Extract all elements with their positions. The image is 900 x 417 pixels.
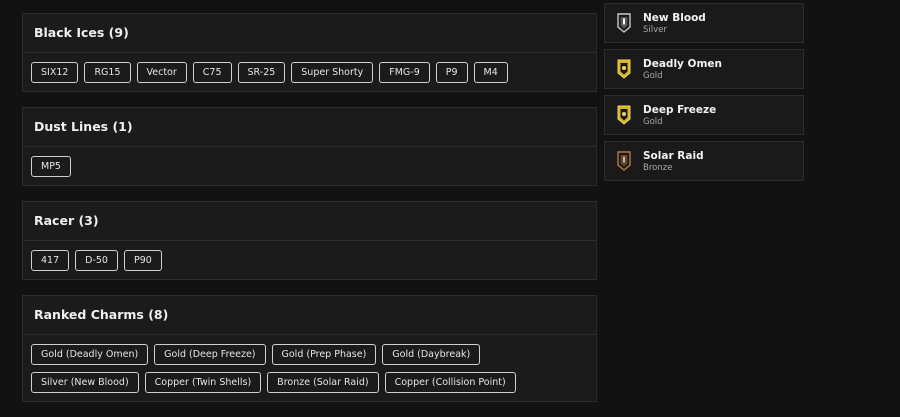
rank-card-new-blood[interactable]: New Blood Silver [604, 3, 804, 43]
group-black-ices: Black Ices (9) SIX12 RG15 Vector C75 SR-… [22, 13, 597, 92]
rank-tier: Silver [643, 24, 667, 35]
rank-tier: Gold [643, 116, 663, 127]
weapon-chip[interactable]: SIX12 [31, 62, 79, 83]
group-title: Black Ices (9) [23, 14, 596, 53]
bronze-rank-badge-icon [617, 151, 631, 171]
rank-list: New Blood Silver Deadly Omen Gold Deep F… [604, 3, 804, 187]
chip-list: MP5 [23, 147, 596, 185]
rank-name: New Blood [643, 11, 706, 24]
charm-chip[interactable]: Bronze (Solar Raid) [267, 372, 379, 393]
charm-chip[interactable]: Silver (New Blood) [31, 372, 139, 393]
group-title: Ranked Charms (8) [23, 296, 596, 335]
gold-rank-badge-icon [617, 59, 631, 79]
rank-card-solar-raid[interactable]: Solar Raid Bronze [604, 141, 804, 181]
group-dust-lines: Dust Lines (1) MP5 [22, 107, 597, 186]
unlock-groups: Black Ices (9) SIX12 RG15 Vector C75 SR-… [22, 0, 597, 417]
weapon-chip[interactable]: Super Shorty [291, 62, 374, 83]
rank-card-deep-freeze[interactable]: Deep Freeze Gold [604, 95, 804, 135]
rank-name: Deadly Omen [643, 57, 723, 70]
charm-chip[interactable]: Gold (Daybreak) [382, 344, 481, 365]
charm-chip[interactable]: Copper (Collision Point) [384, 372, 516, 393]
weapon-chip[interactable]: RG15 [84, 62, 131, 83]
group-title: Racer (3) [23, 202, 596, 241]
weapon-chip[interactable]: FMG-9 [379, 62, 430, 83]
rank-text: Solar Raid Bronze [643, 150, 704, 173]
group-ranked-charms: Ranked Charms (8) Gold (Deadly Omen) Gol… [22, 295, 597, 402]
rank-name: Solar Raid [643, 149, 704, 162]
rank-text: Deadly Omen Gold [643, 58, 722, 81]
charm-chip[interactable]: Gold (Deep Freeze) [154, 344, 266, 365]
weapon-chip[interactable]: Vector [136, 62, 187, 83]
charm-chip[interactable]: Copper (Twin Shells) [144, 372, 262, 393]
weapon-chip[interactable]: D-50 [75, 250, 118, 271]
weapon-chip[interactable]: 417 [31, 250, 70, 271]
weapon-chip[interactable]: P90 [123, 250, 162, 271]
chip-list: 417 D-50 P90 [23, 241, 596, 279]
group-title: Dust Lines (1) [23, 108, 596, 147]
group-racer: Racer (3) 417 D-50 P90 [22, 201, 597, 280]
chip-list: Gold (Deadly Omen) Gold (Deep Freeze) Go… [23, 335, 596, 401]
weapon-chip[interactable]: MP5 [31, 156, 71, 177]
weapon-chip[interactable]: M4 [473, 62, 508, 83]
chip-list: SIX12 RG15 Vector C75 SR-25 Super Shorty… [23, 53, 596, 91]
rank-card-deadly-omen[interactable]: Deadly Omen Gold [604, 49, 804, 89]
rank-name: Deep Freeze [643, 103, 717, 116]
rank-tier: Bronze [643, 162, 673, 173]
rank-text: New Blood Silver [643, 12, 706, 35]
weapon-chip[interactable]: SR-25 [237, 62, 286, 83]
rank-text: Deep Freeze Gold [643, 104, 716, 127]
weapon-chip[interactable]: P9 [435, 62, 468, 83]
weapon-chip[interactable]: C75 [192, 62, 232, 83]
charm-chip[interactable]: Gold (Prep Phase) [271, 344, 377, 365]
silver-rank-badge-icon [617, 13, 631, 33]
rank-tier: Gold [643, 70, 663, 81]
charm-chip[interactable]: Gold (Deadly Omen) [31, 344, 149, 365]
gold-rank-badge-icon [617, 105, 631, 125]
